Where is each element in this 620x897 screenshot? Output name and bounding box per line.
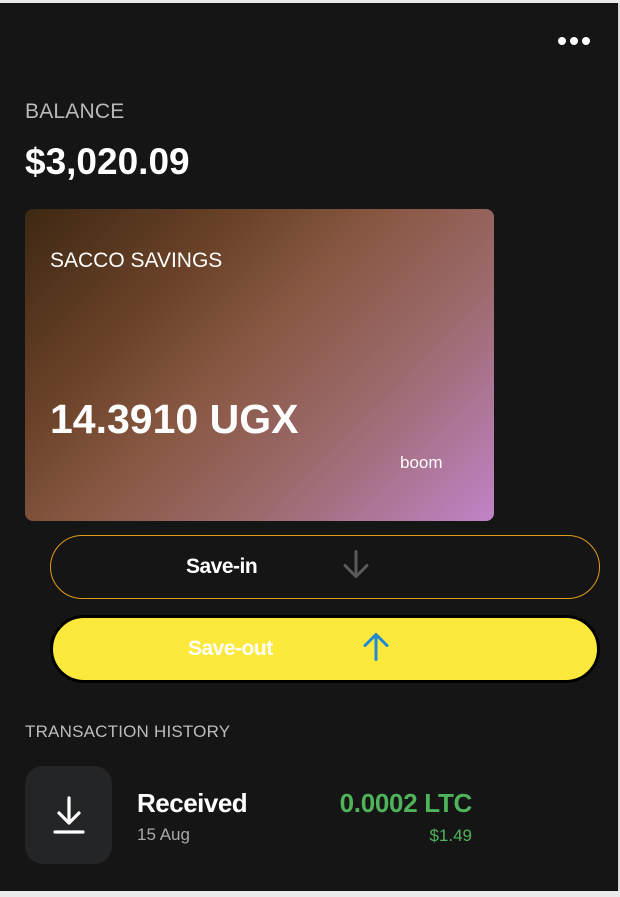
transaction-history-title: TRANSACTION HISTORY [25, 722, 231, 741]
card-title: SACCO SAVINGS [50, 249, 223, 272]
arrow-down-icon [339, 548, 373, 587]
more-horizontal-icon-dot [570, 37, 578, 45]
more-menu-button[interactable] [554, 33, 594, 49]
more-horizontal-icon-dot [582, 37, 590, 45]
transaction-type: Received [137, 788, 248, 818]
save-out-button[interactable]: Save-out [50, 615, 600, 683]
transaction-fiat-amount: $1.49 [429, 826, 472, 845]
card-amount: 14.3910 UGX [50, 396, 299, 442]
save-in-label: Save-in [186, 555, 258, 578]
download-icon [25, 766, 112, 864]
transaction-amount: 0.0002 LTC [339, 788, 473, 818]
transaction-date: 15 Aug [137, 825, 190, 844]
arrow-up-icon [359, 630, 393, 669]
balance-label: BALANCE [25, 100, 125, 123]
more-horizontal-icon [558, 37, 566, 45]
wallet-screen: BALANCE $3,020.09 SACCO SAVINGS 14.3910 … [0, 3, 620, 891]
card-owner: boom [400, 453, 443, 472]
balance-value: $3,020.09 [25, 141, 190, 182]
save-out-label: Save-out [188, 637, 273, 660]
savings-card[interactable]: SACCO SAVINGS 14.3910 UGX boom [25, 209, 494, 521]
save-in-button[interactable]: Save-in [50, 535, 600, 599]
